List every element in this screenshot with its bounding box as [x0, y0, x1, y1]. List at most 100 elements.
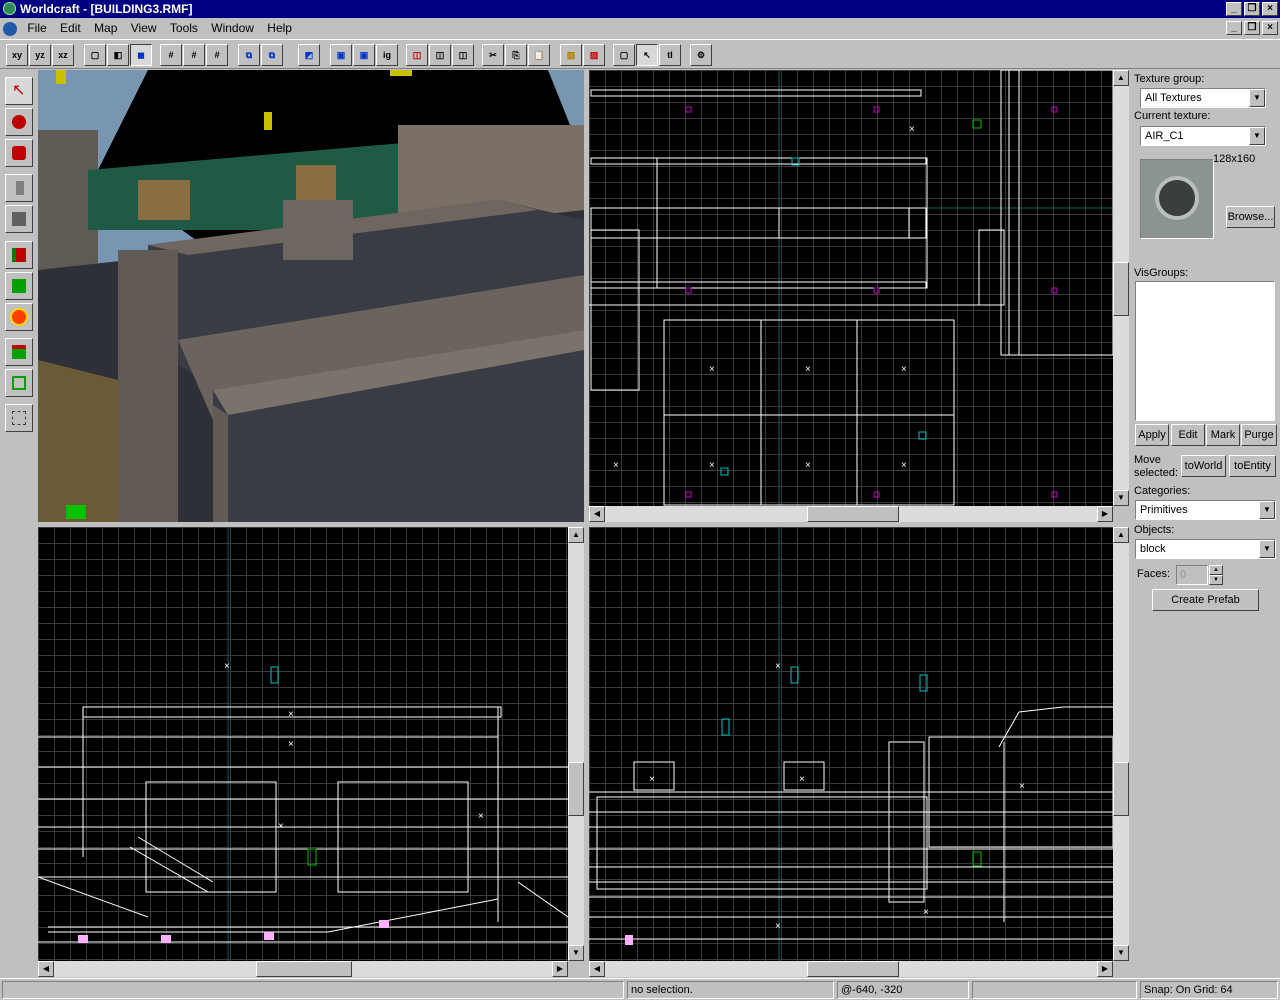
texture-lock-icon[interactable]: ◫ [406, 44, 428, 66]
copy-icon[interactable]: ⎘ [505, 44, 527, 66]
box-select-icon[interactable]: ▢ [613, 44, 635, 66]
apply-texture-tool[interactable] [5, 272, 33, 300]
chevron-down-icon[interactable]: ▼ [1249, 127, 1265, 145]
current-texture-select[interactable]: AIR_C1 ▼ [1140, 126, 1266, 146]
scroll-down-icon[interactable]: ▼ [1113, 490, 1129, 506]
close-icon[interactable]: × [1262, 2, 1278, 16]
textured-view-icon[interactable]: ◼ [130, 44, 152, 66]
clip-icon[interactable]: ◫ [452, 44, 474, 66]
document-icon[interactable] [3, 21, 17, 36]
scroll-right-icon[interactable]: ▶ [552, 961, 568, 977]
top-view-hscroll[interactable]: ◀ ▶ [589, 506, 1113, 522]
paste-icon[interactable]: 📋 [528, 44, 550, 66]
restore-icon[interactable]: ❐ [1244, 2, 1260, 16]
menu-tools[interactable]: Tools [165, 18, 203, 38]
scroll-up-icon[interactable]: ▲ [568, 527, 584, 543]
scroll-right-icon[interactable]: ▶ [1097, 506, 1113, 522]
cut-icon[interactable]: ✂ [482, 44, 504, 66]
scroll-thumb[interactable] [568, 762, 584, 816]
scroll-right-icon[interactable]: ▶ [1097, 961, 1113, 977]
decal-tool[interactable] [5, 303, 33, 331]
doc-close-icon[interactable]: × [1262, 21, 1278, 35]
viewport-3d[interactable] [38, 70, 584, 522]
ignore-groups-button[interactable]: ig [376, 44, 398, 66]
to-world-button[interactable]: toWorld [1181, 455, 1226, 477]
texture-preview[interactable] [1140, 159, 1214, 239]
scroll-down-icon[interactable]: ▼ [568, 945, 584, 961]
menu-file[interactable]: File [22, 18, 51, 38]
visgroups-list[interactable] [1135, 281, 1275, 421]
menu-view[interactable]: View [126, 18, 162, 38]
scroll-thumb[interactable] [1113, 762, 1129, 816]
view-yz-button[interactable]: yz [29, 44, 51, 66]
faces-down-icon[interactable]: ▼ [1209, 575, 1223, 585]
visgroup-purge-button[interactable]: Purge [1241, 424, 1277, 446]
hide-icon[interactable]: ▣ [330, 44, 352, 66]
chevron-down-icon[interactable]: ▼ [1259, 501, 1275, 519]
vertex-tool[interactable] [5, 369, 33, 397]
visgroup-edit-button[interactable]: Edit [1171, 424, 1205, 446]
faces-input[interactable]: 0 [1176, 565, 1208, 585]
categories-select[interactable]: Primitives ▼ [1135, 500, 1276, 520]
chevron-down-icon[interactable]: ▼ [1259, 540, 1275, 558]
browse-button[interactable]: Browse... [1226, 206, 1275, 228]
doc-restore-icon[interactable]: ❐ [1244, 21, 1260, 35]
settings-icon[interactable]: ⚙ [690, 44, 712, 66]
group-icon[interactable]: ⧉ [238, 44, 260, 66]
flat-view-icon[interactable]: ◧ [107, 44, 129, 66]
faces-up-icon[interactable]: ▲ [1209, 565, 1223, 575]
texture-tool[interactable] [5, 241, 33, 269]
menu-help[interactable]: Help [262, 18, 297, 38]
text-tool-icon[interactable]: tl [659, 44, 681, 66]
grid-small-icon[interactable]: # [160, 44, 182, 66]
scroll-down-icon[interactable]: ▼ [1113, 945, 1129, 961]
viewport-side[interactable]: × × × × × × ▲ ▼ ◀ ▶ [589, 527, 1129, 977]
top-view-vscroll[interactable]: ▲ ▼ [1113, 70, 1129, 506]
viewport-front[interactable]: × × × × × ▲ ▼ ◀ ▶ [38, 527, 584, 977]
pointer-select-icon[interactable]: ↖ [636, 44, 658, 66]
chevron-down-icon[interactable]: ▼ [1249, 89, 1265, 107]
scroll-thumb[interactable] [256, 961, 352, 977]
scroll-thumb[interactable] [807, 506, 899, 522]
texture-group-select[interactable]: All Textures ▼ [1140, 88, 1266, 108]
scroll-thumb[interactable] [807, 961, 899, 977]
grid-icon[interactable]: # [183, 44, 205, 66]
side-view-vscroll[interactable]: ▲ ▼ [1113, 527, 1129, 961]
carve-icon[interactable]: ◩ [298, 44, 320, 66]
minimize-icon[interactable]: _ [1226, 2, 1242, 16]
ungroup-icon[interactable]: ⧉ [261, 44, 283, 66]
visgroup-apply-button[interactable]: Apply [1135, 424, 1169, 446]
block-tool[interactable] [5, 205, 33, 233]
camera-tool[interactable] [5, 139, 33, 167]
selection-tool[interactable]: ↖ [5, 77, 33, 105]
magnify-tool[interactable] [5, 108, 33, 136]
visgroup-mark-button[interactable]: Mark [1206, 424, 1240, 446]
scroll-up-icon[interactable]: ▲ [1113, 70, 1129, 86]
grid-large-icon[interactable]: # [206, 44, 228, 66]
to-entity-button[interactable]: toEntity [1229, 455, 1276, 477]
front-view-vscroll[interactable]: ▲ ▼ [568, 527, 584, 961]
hazard-icon[interactable]: ▨ [560, 44, 582, 66]
hazard-red-icon[interactable]: ▨ [583, 44, 605, 66]
hollow-icon[interactable]: ◫ [429, 44, 451, 66]
wireframe-view-icon[interactable]: ▢ [84, 44, 106, 66]
entity-tool[interactable] [5, 174, 33, 202]
view-xy-button[interactable]: xy [6, 44, 28, 66]
scroll-thumb[interactable] [1113, 262, 1129, 316]
path-tool[interactable] [5, 404, 33, 432]
clipping-tool[interactable] [5, 338, 33, 366]
scroll-left-icon[interactable]: ◀ [589, 961, 605, 977]
objects-select[interactable]: block ▼ [1135, 539, 1276, 559]
scroll-up-icon[interactable]: ▲ [1113, 527, 1129, 543]
doc-minimize-icon[interactable]: _ [1226, 21, 1242, 35]
menu-edit[interactable]: Edit [55, 18, 86, 38]
view-xz-button[interactable]: xz [52, 44, 74, 66]
menu-window[interactable]: Window [206, 18, 259, 38]
create-prefab-button[interactable]: Create Prefab [1152, 589, 1259, 611]
viewport-top[interactable]: × × × × × × × × ▲ ▼ ◀ ▶ [589, 70, 1129, 522]
front-view-hscroll[interactable]: ◀ ▶ [38, 961, 568, 977]
unhide-icon[interactable]: ▣ [353, 44, 375, 66]
scroll-left-icon[interactable]: ◀ [589, 506, 605, 522]
menu-map[interactable]: Map [89, 18, 122, 38]
scroll-left-icon[interactable]: ◀ [38, 961, 54, 977]
